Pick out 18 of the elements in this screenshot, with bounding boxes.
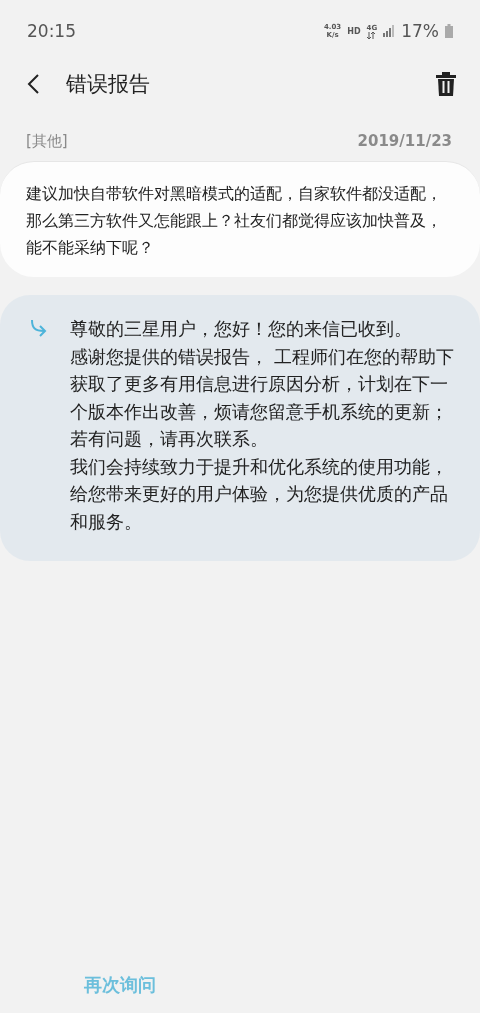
clock: 20:15 [27,21,76,41]
data-arrows-icon [366,31,375,39]
feedback-message: 建议加快自带软件对黑暗模式的适配，自家软件都没适配，那么第三方软件又怎能跟上？社友们都觉得应该加快普及，能不能采纳下呢？ [0,161,480,277]
reply-paragraph: 尊敬的三星用户，您好！您的来信已收到。 [70,317,413,341]
feedback-category: [其他] [26,132,68,151]
signal-icon [383,25,396,37]
back-icon [26,73,40,95]
hd-label: HD [347,26,361,36]
reply-paragraph: 我们会持续致力于提升和优化系统的使用功能，给您带来更好的用户体验，为您提供优质的产品和服务。 [70,454,449,534]
battery-icon [445,24,453,38]
delete-button[interactable] [436,72,456,96]
trash-icon [436,72,456,96]
ask-again-button[interactable]: 再次询问 [0,961,240,1009]
feedback-date: 2019/11/23 [357,132,452,151]
battery-percent: 17% [401,21,439,41]
page-title: 错误报告 [66,71,151,98]
reply-paragraph: 感谢您提供的错误报告， 工程师们在您的帮助下获取了更多有用信息进行原因分析，计划在下一个版本作出改善，烦请您留意手机系统的更新；若有问题，请再次联系。 [70,344,455,451]
back-button[interactable] [26,73,40,95]
